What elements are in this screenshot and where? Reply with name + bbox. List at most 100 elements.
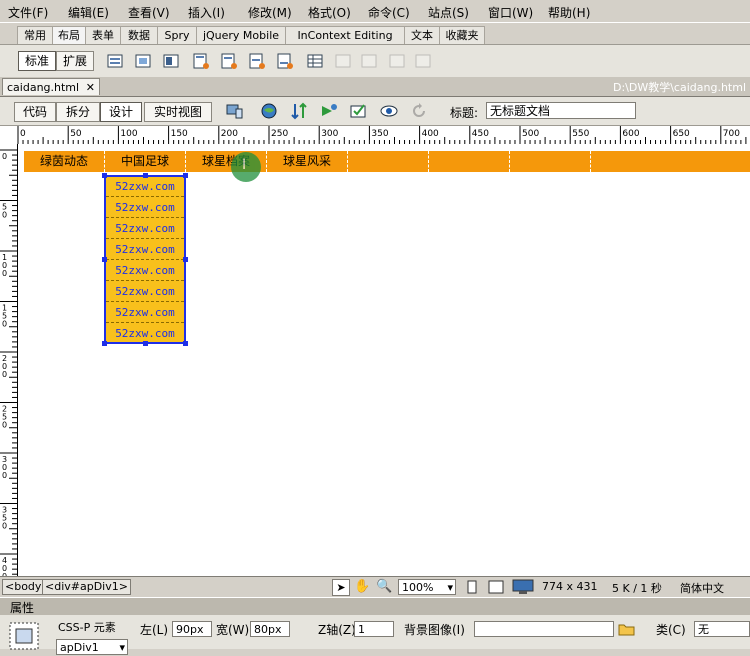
ruler-label: 300 — [321, 129, 338, 139]
menu-insert[interactable]: 插入(I) — [188, 4, 225, 21]
menu-edit[interactable]: 编辑(E) — [68, 4, 109, 21]
tab-text[interactable]: 文本 — [404, 26, 440, 44]
dropdown-link[interactable]: 52zxw.com — [106, 198, 184, 218]
check-compatibility-icon[interactable] — [380, 102, 398, 120]
chevron-down-icon: ▾ — [119, 641, 125, 654]
resize-handle[interactable] — [102, 257, 107, 262]
zoom-icon[interactable]: 🔍 — [376, 579, 392, 594]
close-icon[interactable]: ✕ — [86, 79, 95, 96]
menu-modify[interactable]: 修改(M) — [248, 4, 292, 21]
tab-incontext-editing[interactable]: InContext Editing — [285, 26, 405, 44]
z-index-field[interactable]: 1 — [354, 621, 394, 637]
resize-handle[interactable] — [143, 173, 148, 178]
resize-handle[interactable] — [183, 173, 188, 178]
nav-item-star-style[interactable]: 球星风采 — [267, 151, 348, 172]
z-index-label: Z轴(Z) — [318, 623, 356, 637]
spry-menu-icon[interactable] — [192, 52, 210, 70]
tab-layout[interactable]: 布局 — [52, 26, 86, 44]
nav-item-china-football[interactable]: 中国足球 — [105, 151, 186, 172]
resize-handle[interactable] — [183, 257, 188, 262]
extended-mode-button[interactable]: 扩展 — [56, 51, 94, 71]
table-icon[interactable] — [306, 52, 324, 70]
design-view-button[interactable]: 设计 — [100, 102, 142, 122]
visual-aids-icon[interactable] — [350, 102, 368, 120]
window-size[interactable]: 774 x 431 — [542, 580, 598, 593]
width-label: 宽(W) — [216, 623, 250, 637]
ruler-label: 200 — [221, 129, 238, 139]
ruler-label: 550 — [572, 129, 589, 139]
element-id-value: apDiv1 — [60, 641, 99, 654]
tab-data[interactable]: 数据 — [120, 26, 158, 44]
menu-site[interactable]: 站点(S) — [428, 4, 469, 21]
zoom-select[interactable]: 100% ▾ — [398, 579, 456, 595]
refresh-icon[interactable] — [410, 102, 428, 120]
insert-row-icon — [335, 54, 351, 68]
menu-bar: 文件(F) 编辑(E) 查看(V) 插入(I) 修改(M) 格式(O) 命令(C… — [0, 0, 750, 22]
tab-forms[interactable]: 表单 — [85, 26, 121, 44]
mobile-size-icon[interactable] — [466, 580, 478, 594]
tab-spry[interactable]: Spry — [157, 26, 197, 44]
dropdown-link[interactable]: 52zxw.com — [106, 219, 184, 239]
document-tab[interactable]: caidang.html ✕ — [2, 78, 100, 95]
pointer-icon[interactable]: ➤ — [332, 579, 350, 596]
bg-image-field[interactable] — [474, 621, 614, 637]
resize-handle[interactable] — [102, 173, 107, 178]
tab-common[interactable]: 常用 — [17, 26, 53, 44]
ruler-label: 0 — [2, 471, 7, 480]
ruler-label: 500 — [522, 129, 539, 139]
class-label: 类(C) — [656, 623, 686, 637]
menu-view[interactable]: 查看(V) — [128, 4, 170, 21]
width-field[interactable]: 80px — [250, 621, 290, 637]
file-management-icon[interactable] — [290, 102, 308, 120]
live-view-button[interactable]: 实时视图 — [144, 102, 212, 122]
draw-ap-div-icon[interactable] — [162, 52, 180, 70]
insert-div-icon[interactable] — [106, 52, 124, 70]
menu-format[interactable]: 格式(O) — [308, 4, 351, 21]
menu-file[interactable]: 文件(F) — [8, 4, 48, 21]
desktop-size-icon[interactable] — [512, 579, 534, 595]
nav-item-empty[interactable] — [348, 151, 429, 172]
nav-item-empty[interactable] — [510, 151, 591, 172]
nav-item-lvyin[interactable]: 绿茵动态 — [24, 151, 105, 172]
tablet-size-icon[interactable] — [488, 580, 504, 594]
insert-ap-div-icon[interactable] — [134, 52, 152, 70]
left-field[interactable]: 90px — [172, 621, 212, 637]
ruler-label: 0 — [2, 522, 7, 531]
nav-item-empty[interactable] — [591, 151, 672, 172]
menu-commands[interactable]: 命令(C) — [368, 4, 410, 21]
spry-tabbed-icon[interactable] — [220, 52, 238, 70]
document-toolbar: 代码 拆分 设计 实时视图 标题: 无标题文档 — [0, 97, 750, 126]
preview-browser-icon[interactable] — [260, 102, 278, 120]
dropdown-link[interactable]: 52zxw.com — [106, 303, 184, 323]
folder-icon[interactable] — [618, 621, 636, 637]
resize-handle[interactable] — [143, 341, 148, 346]
dropdown-link[interactable]: 52zxw.com — [106, 261, 184, 281]
nav-bar[interactable]: 绿茵动态 中国足球 球星档案 球星风采 — [24, 151, 750, 172]
spry-collapsible-icon[interactable] — [276, 52, 294, 70]
title-input[interactable]: 无标题文档 — [486, 102, 636, 119]
resize-handle[interactable] — [183, 341, 188, 346]
spry-accordion-icon[interactable] — [248, 52, 266, 70]
tab-jquery-mobile[interactable]: jQuery Mobile — [196, 26, 286, 44]
element-id-field[interactable]: apDiv1 ▾ — [56, 639, 128, 655]
code-view-button[interactable]: 代码 — [14, 102, 56, 122]
dropdown-link[interactable]: 52zxw.com — [106, 177, 184, 197]
properties-header[interactable]: 属性 — [0, 597, 750, 616]
multiscreen-icon[interactable] — [226, 102, 244, 120]
debug-browser-icon[interactable] — [320, 102, 338, 120]
menu-window[interactable]: 窗口(W) — [488, 4, 533, 21]
class-select[interactable]: 无 — [694, 621, 750, 637]
tab-favorites[interactable]: 收藏夹 — [439, 26, 485, 44]
properties-title: 属性 — [10, 601, 35, 615]
dropdown-ap-div[interactable]: 52zxw.com 52zxw.com 52zxw.com 52zxw.com … — [104, 175, 186, 344]
standard-mode-button[interactable]: 标准 — [18, 51, 56, 71]
dropdown-link[interactable]: 52zxw.com — [106, 282, 184, 302]
nav-item-empty[interactable] — [429, 151, 510, 172]
hand-icon[interactable]: ✋ — [354, 579, 370, 594]
ruler-label: 0 — [2, 421, 7, 430]
dropdown-link[interactable]: 52zxw.com — [106, 240, 184, 260]
tag-selector-div[interactable]: <div#apDiv1> — [42, 579, 131, 595]
menu-help[interactable]: 帮助(H) — [548, 4, 590, 21]
resize-handle[interactable] — [102, 341, 107, 346]
split-view-button[interactable]: 拆分 — [56, 102, 100, 122]
